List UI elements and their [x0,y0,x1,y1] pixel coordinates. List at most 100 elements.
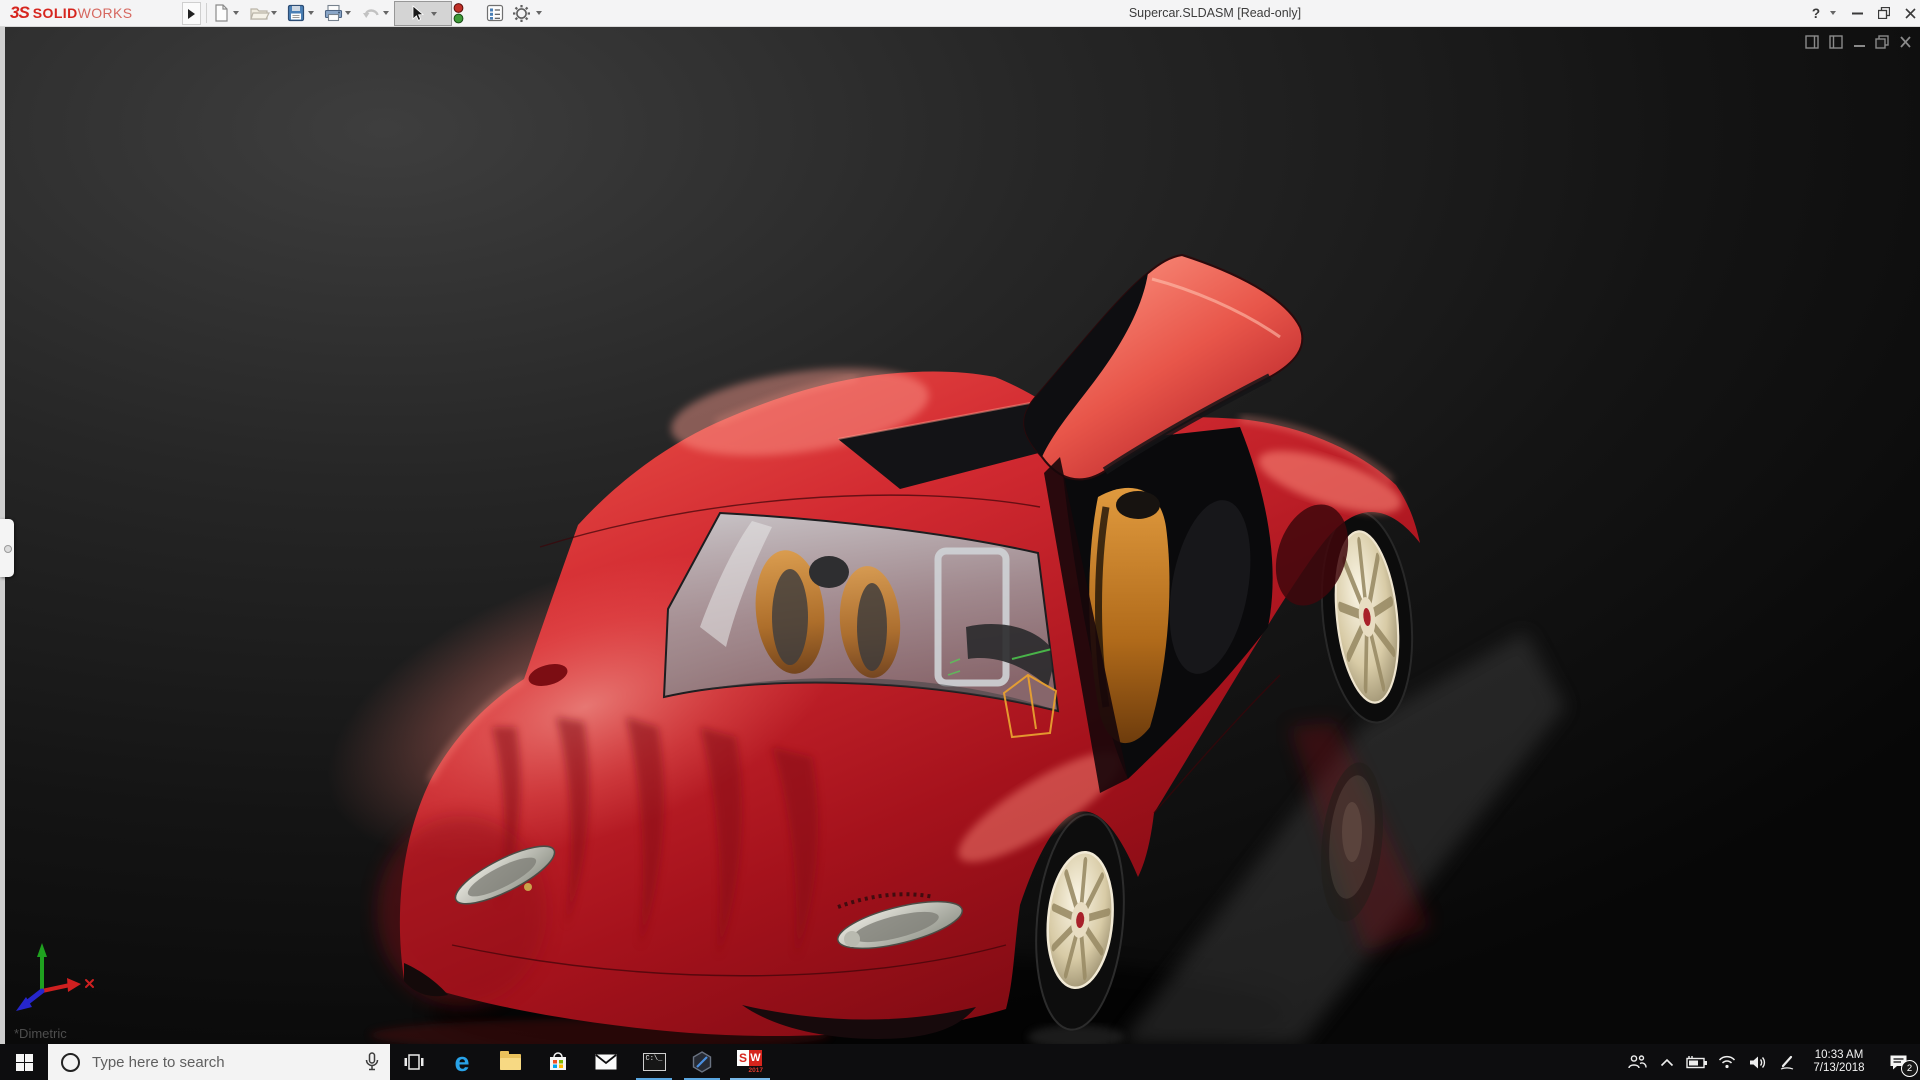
desktop: 3S SOLIDWORKS [0,0,1920,1080]
battery-button[interactable] [1682,1044,1712,1080]
select-tool-button[interactable] [394,1,452,26]
people-button[interactable] [1622,1044,1652,1080]
cortana-icon [61,1053,80,1072]
orientation-triad[interactable] [4,923,104,1033]
volume-button[interactable] [1742,1044,1772,1080]
rebuild-traffic-light-icon [452,3,465,24]
search-input[interactable] [90,1053,334,1072]
edge-icon: e [454,1049,469,1076]
print-caret[interactable] [345,3,351,23]
taskbar-app-solidworks[interactable]: S W 2017 [726,1044,774,1080]
windows-logo-icon [16,1054,33,1071]
solidworks-logo: 3S SOLIDWORKS [10,1,132,25]
restore-icon [1878,7,1890,19]
car-3d-render [0,27,1920,1044]
notification-badge: 2 [1901,1060,1918,1077]
taskbar-clock[interactable]: 10:33 AM 7/13/2018 [1802,1049,1876,1075]
display-pane-right-icon[interactable] [1829,35,1844,49]
open-caret[interactable] [271,3,277,23]
open-button[interactable] [250,3,270,23]
panel-expand-icon [4,545,12,553]
file-explorer-icon [500,1054,521,1070]
caret-down-icon [431,12,437,16]
caret-down-icon [271,11,277,15]
clock-time: 10:33 AM [1806,1049,1872,1062]
new-document-caret[interactable] [233,3,239,23]
mail-icon [595,1054,617,1070]
viewport-window-controls [1805,35,1912,49]
caret-down-icon [536,11,542,15]
file-properties-button[interactable] [486,3,504,23]
battery-charging-icon [1686,1055,1708,1069]
document-title: Supercar.SLDASM [Read-only] [1129,6,1301,20]
tray-overflow-button[interactable] [1652,1044,1682,1080]
system-tray: 10:33 AM 7/13/2018 2 [1622,1044,1920,1080]
rebuild-button[interactable] [452,3,465,23]
people-icon [1627,1054,1647,1070]
network-button[interactable] [1712,1044,1742,1080]
start-button[interactable] [0,1044,48,1080]
new-document-button[interactable] [212,3,230,23]
taskbar-app-composer[interactable] [678,1044,726,1080]
close-button[interactable] [1899,0,1920,26]
help-button[interactable]: ? [1806,0,1826,26]
taskbar-app-command-prompt[interactable]: C:\_ [630,1044,678,1080]
feature-manager-tab[interactable] [0,519,14,577]
restore-button[interactable] [1872,0,1896,26]
caret-down-icon [308,11,314,15]
solidworks-logo-mark: 3S [10,3,29,23]
taskbar-app-store[interactable] [534,1044,582,1080]
titlebar: 3S SOLIDWORKS [0,0,1920,27]
microphone-icon[interactable] [364,1052,380,1072]
graphics-viewport[interactable]: *Dimetric [0,27,1920,1044]
clock-date: 7/13/2018 [1806,1062,1872,1075]
hexagon-app-icon [691,1051,713,1073]
close-icon [1905,8,1916,19]
gear-icon [512,4,531,23]
print-icon [324,4,343,22]
action-center-button[interactable]: 2 [1876,1044,1920,1080]
taskbar-app-file-explorer[interactable] [486,1044,534,1080]
taskbar-app-mail[interactable] [582,1044,630,1080]
caret-down-icon [233,11,239,15]
save-button[interactable] [287,3,305,23]
toolbar-separator [206,3,207,23]
caret-down-icon [345,11,351,15]
undo-button[interactable] [362,3,381,23]
command-prompt-icon: C:\_ [643,1053,666,1071]
windows-ink-button[interactable] [1772,1044,1802,1080]
solidworks-app-icon: S W 2017 [737,1050,763,1074]
taskbar-search[interactable] [48,1044,390,1080]
caret-down-icon [1830,11,1836,15]
task-view-button[interactable] [390,1044,438,1080]
flyout-arrow-icon [188,9,195,19]
taskbar-app-edge[interactable]: e [438,1044,486,1080]
undo-arrow-icon [362,4,381,22]
windows-taskbar: e C:\_ [0,1044,1920,1080]
speaker-icon [1749,1055,1766,1070]
viewport-close-icon[interactable] [1899,35,1912,49]
save-floppy-icon [287,4,305,22]
undo-caret[interactable] [383,3,389,23]
viewport-restore-icon[interactable] [1875,35,1890,49]
save-caret[interactable] [308,3,314,23]
brand-text-bold: SOLID [33,5,78,21]
view-orientation-label: *Dimetric [14,1026,67,1041]
store-icon [548,1052,568,1072]
viewport-minimize-icon[interactable] [1853,35,1866,49]
brand-text-light: WORKS [78,5,133,21]
file-properties-icon [486,4,504,22]
display-pane-left-icon[interactable] [1805,35,1820,49]
options-caret[interactable] [536,3,542,23]
options-button[interactable] [512,3,531,23]
task-view-icon [404,1053,424,1071]
open-folder-icon [250,4,270,22]
toolbar-flyout-button[interactable] [182,2,201,25]
pen-icon [1779,1054,1795,1070]
chevron-up-icon [1660,1058,1674,1067]
minimize-button[interactable] [1846,0,1868,26]
print-button[interactable] [324,3,343,23]
wifi-icon [1718,1055,1736,1069]
help-caret[interactable] [1826,0,1840,26]
select-cursor-icon [409,5,425,23]
